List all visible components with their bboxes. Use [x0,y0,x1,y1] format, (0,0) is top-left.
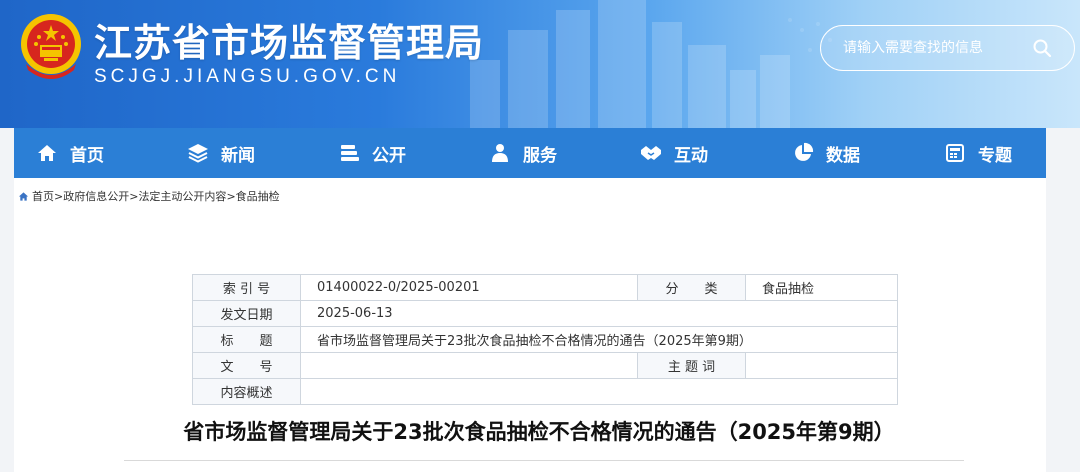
table-row: 标 题 省市场监督管理局关于23批次食品抽检不合格情况的通告（2025年第9期） [192,326,898,353]
calculator-icon [946,144,964,162]
city-skyline-illustration [442,0,832,128]
breadcrumb-separator: > [226,189,236,203]
search-icon[interactable] [1032,38,1052,58]
search-input[interactable] [843,40,1023,56]
breadcrumb-gov-info[interactable]: 政府信息公开 [63,188,129,204]
nav-label-service: 服务 [523,145,557,166]
main-nav: 首页 新闻 公开 服务 互动 数据 专题 [14,128,1046,178]
summary-label: 内容概述 [192,378,301,405]
layers-icon [188,144,208,163]
title-divider [124,460,964,461]
index-label: 索 引 号 [192,274,301,301]
header-banner: 江苏省市场监督管理局 SCJGJ.JIANGSU.GOV.CN [0,0,1080,128]
summary-value [300,378,898,405]
breadcrumb-separator: > [54,189,64,203]
nav-label-interact: 互动 [674,145,708,166]
date-value: 2025-06-13 [300,300,898,327]
stack-icon [341,145,359,161]
site-title: 江苏省市场监督管理局 [94,21,485,65]
handshake-icon [641,146,661,160]
nav-label-data: 数据 [826,145,860,166]
nav-item-home[interactable]: 首页 [36,128,104,178]
document-meta-table: 索 引 号 01400022-0/2025-00201 分 类 食品抽检 发文日… [192,274,898,405]
nav-item-data[interactable]: 数据 [792,128,860,178]
home-icon [38,145,56,161]
breadcrumb-food-inspection[interactable]: 食品抽检 [236,188,280,204]
date-label: 发文日期 [192,300,301,327]
nav-label-home: 首页 [70,145,104,166]
document-title: 省市场监督管理局关于23批次食品抽检不合格情况的通告（2025年第9期） [183,420,895,444]
docno-label: 文 号 [192,352,301,379]
breadcrumb-home[interactable]: 首页 [32,188,54,204]
breadcrumb-separator: > [129,189,139,203]
pie-chart-icon [795,142,814,161]
nav-item-topics[interactable]: 专题 [944,128,1012,178]
table-row: 内容概述 [192,378,898,405]
breadcrumb-statutory[interactable]: 法定主动公开内容 [138,188,226,204]
nav-item-news[interactable]: 新闻 [187,128,255,178]
title-label: 标 题 [192,326,301,353]
nav-item-public[interactable]: 公开 [338,128,406,178]
nav-label-news: 新闻 [221,145,255,166]
nav-label-public: 公开 [372,145,406,166]
breadcrumb-home-icon [18,191,29,201]
nav-label-topics: 专题 [978,145,1012,166]
table-row: 文 号 主 题 词 [192,352,898,379]
subject-value [745,352,898,379]
nav-item-service[interactable]: 服务 [489,128,557,178]
breadcrumb: 首页 > 政府信息公开 > 法定主动公开内容 > 食品抽检 [18,188,280,204]
content-area: 首页 > 政府信息公开 > 法定主动公开内容 > 食品抽检 索 引 号 0140… [14,178,1046,472]
index-value: 01400022-0/2025-00201 [300,274,638,301]
site-domain: SCJGJ.JIANGSU.GOV.CN [94,66,401,87]
subject-label: 主 题 词 [637,352,746,379]
search-bar [820,25,1075,71]
nav-item-interact[interactable]: 互动 [640,128,708,178]
national-emblem-icon [21,14,81,79]
category-value: 食品抽检 [745,274,898,301]
title-value: 省市场监督管理局关于23批次食品抽检不合格情况的通告（2025年第9期） [300,326,898,353]
users-icon [492,144,508,162]
docno-value [300,352,638,379]
table-row: 索 引 号 01400022-0/2025-00201 分 类 食品抽检 [192,274,898,301]
category-label: 分 类 [637,274,746,301]
table-row: 发文日期 2025-06-13 [192,300,898,327]
